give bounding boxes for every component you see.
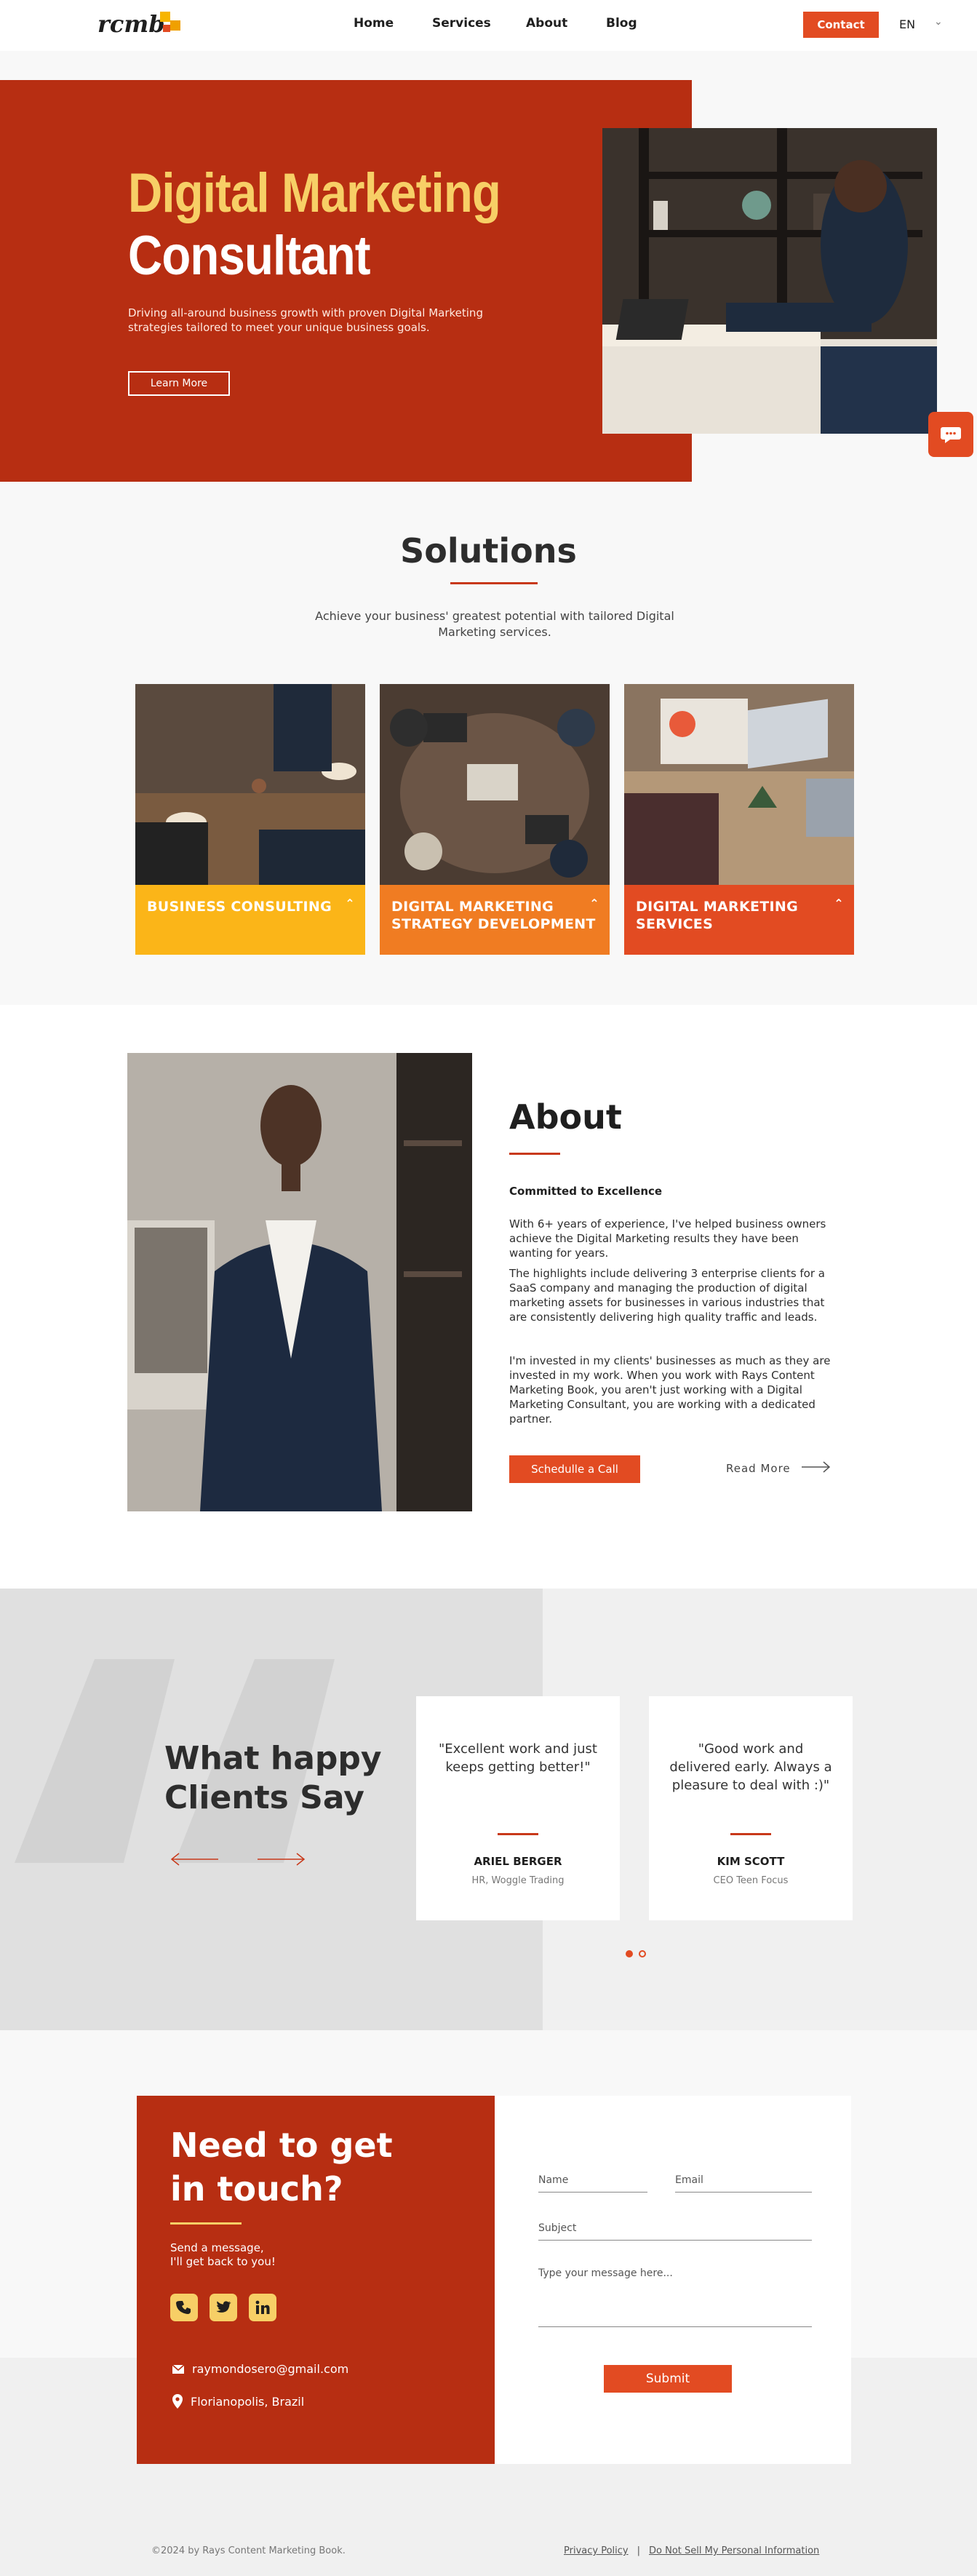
solution-card-footer: DIGITAL MARKETING SERVICES ⌃ — [624, 885, 854, 955]
testimonial-role: HR, Woggle Trading — [471, 1875, 565, 1886]
contact-email-text: raymondosero@gmail.com — [192, 2362, 349, 2376]
logo[interactable]: rcmb — [97, 7, 185, 42]
solution-card-label: BUSINESS CONSULTING — [147, 899, 332, 915]
testimonial-role: CEO Teen Focus — [713, 1875, 789, 1886]
solution-card-label: DIGITAL MARKETING STRATEGY DEVELOPMENT — [391, 899, 596, 932]
solution-card-label: DIGITAL MARKETING SERVICES — [636, 899, 798, 932]
do-not-sell-link[interactable]: Do Not Sell My Personal Information — [649, 2545, 819, 2556]
footer-separator: | — [637, 2545, 640, 2556]
testimonial-name: KIM SCOTT — [717, 1855, 785, 1868]
hero-title-line1: Digital Marketing — [128, 162, 501, 224]
contact-location-text: Florianopolis, Brazil — [191, 2394, 305, 2409]
nav-home[interactable]: Home — [354, 16, 394, 31]
nav-blog[interactable]: Blog — [606, 16, 637, 31]
testimonial-name: ARIEL BERGER — [474, 1855, 562, 1868]
twitter-icon[interactable] — [210, 2294, 237, 2321]
testimonial-card: "Good work and delivered early. Always a… — [649, 1696, 853, 1920]
solution-card-footer: DIGITAL MARKETING STRATEGY DEVELOPMENT ⌃ — [380, 885, 610, 955]
solutions-title: Solutions — [400, 531, 577, 571]
arrow-right-icon[interactable] — [256, 1848, 307, 1870]
chat-icon — [941, 427, 961, 443]
solution-card-business-consulting[interactable]: BUSINESS CONSULTING ⌃ — [135, 684, 365, 955]
about-photo-illustration — [127, 1053, 472, 1511]
nav-about[interactable]: About — [526, 16, 567, 31]
about-title: About — [509, 1097, 622, 1137]
solution-card-photo — [135, 684, 365, 885]
hero-title-line2: Consultant — [128, 225, 371, 287]
chevron-up-icon[interactable]: ⌃ — [834, 895, 844, 913]
email-field[interactable]: Email — [675, 2174, 812, 2193]
read-more-link[interactable]: Read More — [726, 1462, 791, 1475]
contact-email[interactable]: raymondosero@gmail.com — [172, 2362, 348, 2376]
learn-more-button[interactable]: Learn More — [128, 371, 230, 396]
chevron-up-icon[interactable]: ⌃ — [589, 895, 599, 913]
submit-button[interactable]: Submit — [604, 2365, 732, 2393]
about-paragraph: With 6+ years of experience, I've helped… — [509, 1217, 826, 1260]
contact-subtitle-line1: Send a message, — [170, 2241, 264, 2254]
testimonial-card: "Excellent work and just keeps getting b… — [416, 1696, 620, 1920]
testimonials-title: What happy Clients Say — [164, 1739, 382, 1818]
hero-photo — [602, 128, 937, 434]
solutions-description: Achieve your business' greatest potentia… — [315, 609, 674, 639]
about-photo — [127, 1053, 472, 1511]
solution-card-footer: BUSINESS CONSULTING ⌃ — [135, 885, 365, 955]
about-paragraph: The highlights include delivering 3 ente… — [509, 1267, 825, 1324]
contact-title: Need to get in touch? — [170, 2123, 393, 2211]
about-subtitle: Committed to Excellence — [509, 1185, 663, 1198]
logo-text: rcmb — [97, 10, 165, 38]
chat-button[interactable] — [928, 412, 973, 457]
nav-services[interactable]: Services — [432, 16, 491, 31]
language-selector[interactable]: EN — [899, 17, 915, 31]
site-header: rcmb Home Services About Blog Contact EN… — [0, 0, 977, 51]
logo-mark-icon — [160, 12, 180, 32]
arrow-right-icon[interactable] — [802, 1460, 831, 1474]
testimonial-divider — [498, 1833, 538, 1835]
solution-card-strategy-development[interactable]: DIGITAL MARKETING STRATEGY DEVELOPMENT ⌃ — [380, 684, 610, 955]
contact-subtitle-line2: I'll get back to you! — [170, 2255, 276, 2268]
privacy-policy-link[interactable]: Privacy Policy — [564, 2545, 629, 2556]
contact-subtitle: Send a message, I'll get back to you! — [170, 2241, 276, 2269]
contact-location: Florianopolis, Brazil — [172, 2394, 304, 2409]
linkedin-icon[interactable] — [249, 2294, 276, 2321]
message-field[interactable]: Type your message here... — [538, 2267, 812, 2327]
carousel-dot[interactable] — [639, 1950, 646, 1957]
hero-photo-illustration — [602, 128, 937, 434]
testimonial-quote: "Excellent work and just keeps getting b… — [439, 1741, 597, 1775]
chevron-up-icon[interactable]: ⌃ — [345, 895, 355, 913]
carousel-dot-active[interactable] — [626, 1950, 633, 1957]
contact-divider — [170, 2222, 242, 2225]
solution-card-photo — [624, 684, 854, 885]
testimonial-quote: "Good work and delivered early. Always a… — [669, 1741, 832, 1793]
testimonials-title-line2: Clients Say — [164, 1779, 364, 1816]
contact-button[interactable]: Contact — [803, 12, 879, 38]
mail-icon — [172, 2364, 185, 2374]
name-field[interactable]: Name — [538, 2174, 647, 2193]
subject-field[interactable]: Subject — [538, 2222, 812, 2241]
testimonial-divider — [730, 1833, 771, 1835]
about-divider — [509, 1153, 560, 1155]
solution-card-photo — [380, 684, 610, 885]
arrow-left-icon[interactable] — [169, 1848, 220, 1870]
schedule-call-button[interactable]: Schedulle a Call — [509, 1455, 640, 1483]
testimonials-title-line1: What happy — [164, 1740, 382, 1777]
contact-title-line2: in touch? — [170, 2169, 343, 2209]
chevron-down-icon[interactable]: ⌄ — [934, 16, 943, 28]
phone-icon[interactable] — [170, 2294, 198, 2321]
hero-description: Driving all-around business growth with … — [128, 306, 483, 334]
footer-copyright: ©2024 by Rays Content Marketing Book. — [151, 2545, 346, 2556]
footer-links: Privacy Policy | Do Not Sell My Personal… — [564, 2545, 819, 2556]
solution-card-marketing-services[interactable]: DIGITAL MARKETING SERVICES ⌃ — [624, 684, 854, 955]
contact-title-line1: Need to get — [170, 2126, 393, 2165]
about-paragraph: I'm invested in my clients' businesses a… — [509, 1354, 831, 1426]
location-pin-icon — [172, 2394, 183, 2409]
solutions-divider — [450, 582, 538, 584]
